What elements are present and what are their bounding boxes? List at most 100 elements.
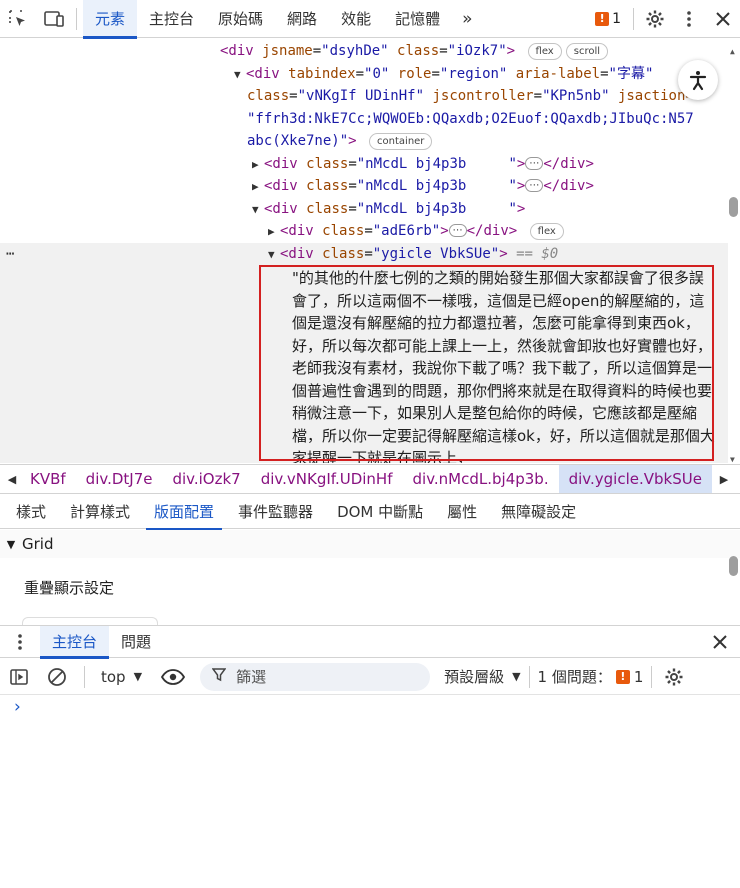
toolbar-divider — [76, 7, 77, 30]
context-selector[interactable]: top ▼ — [93, 668, 150, 686]
toolbar-divider — [651, 665, 653, 688]
settings-card-edge — [22, 617, 158, 625]
dom-node-line-continued[interactable]: class="vNKgIf UDinHf" jscontroller="KPn5… — [247, 85, 694, 108]
context-value: top — [101, 667, 126, 686]
flex-badge[interactable]: flex — [527, 43, 562, 60]
customize-menu-icon[interactable] — [672, 0, 706, 38]
devtools-main-toolbar: 元素 主控台 原始碼 網路 效能 記憶體 » ! 1 — [0, 0, 740, 39]
expand-triangle-icon[interactable]: ▶ — [252, 154, 264, 177]
scrollbar-thumb[interactable] — [729, 556, 738, 576]
log-levels-value: 預設層級 — [444, 668, 505, 686]
close-devtools-icon[interactable] — [706, 0, 740, 38]
tab-computed[interactable]: 計算樣式 — [54, 495, 138, 529]
settings-gear-icon[interactable] — [638, 0, 672, 38]
filter-funnel-icon — [211, 667, 227, 686]
console-settings-gear-icon[interactable] — [660, 659, 688, 695]
tab-memory[interactable]: 記憶體 — [383, 0, 452, 38]
collapse-triangle-icon: ▼ — [6, 537, 16, 551]
live-expression-eye-icon[interactable] — [154, 659, 192, 695]
dom-node-line[interactable]: ▼ <div class="nMcdL bj4p3b "> — [252, 198, 525, 221]
breadcrumb-item[interactable]: div.vNKgIf.UDinHf — [251, 465, 403, 493]
layout-panel-scrollbar[interactable] — [728, 530, 740, 625]
dom-node-line-selected[interactable]: ▼ <div class="ygicle VbkSUe"> == $0 — [268, 243, 558, 266]
current-node-marker: == $0 — [516, 246, 559, 262]
dom-node-line[interactable]: <div jsname="dsyhDe" class="iOzk7"> flex… — [220, 40, 609, 63]
dom-node-line[interactable]: ▶ <div class="adE6rb"> ⋯ </div> flex — [268, 220, 564, 243]
tab-styles[interactable]: 樣式 — [0, 495, 54, 529]
tab-performance[interactable]: 效能 — [329, 0, 383, 38]
collapse-triangle-icon[interactable]: ▼ — [268, 244, 280, 267]
scroll-up-arrow-icon[interactable]: ▲ — [730, 41, 735, 64]
dom-breadcrumb-bar: ◀ KVBf div.DtJ7e div.iOzk7 div.vNKgIf.UD… — [0, 464, 740, 494]
breadcrumb-scroll-right-icon[interactable]: ▶ — [712, 473, 736, 486]
tab-properties[interactable]: 屬性 — [431, 495, 485, 529]
issues-label: 1 個問題： — [537, 668, 612, 686]
log-levels-dropdown[interactable]: 預設層級 ▼ — [444, 666, 520, 687]
tab-elements[interactable]: 元素 — [83, 0, 138, 39]
filter-placeholder: 篩選 — [236, 668, 267, 686]
ellipsis-icon[interactable]: ⋯ — [525, 157, 544, 170]
console-filter-input[interactable]: 篩選 — [200, 662, 431, 691]
tab-event-listeners[interactable]: 事件監聽器 — [222, 495, 321, 529]
breadcrumb-item[interactable]: KVBf — [24, 465, 76, 493]
collapse-triangle-icon[interactable]: ▼ — [252, 199, 264, 222]
drawer-tab-console[interactable]: 主控台 — [40, 625, 110, 659]
expand-triangle-icon[interactable]: ▶ — [252, 176, 264, 199]
issues-badge[interactable]: ! 1 — [595, 11, 629, 27]
expand-triangle-icon[interactable]: ▶ — [268, 221, 280, 244]
more-tabs-button[interactable]: » — [452, 9, 482, 29]
dom-node-line-continued[interactable]: "ffrh3d:NkE7Cc;WQWOEb:QQaxdb;O2Euof:QQax… — [247, 108, 694, 131]
collapse-triangle-icon[interactable]: ▼ — [234, 64, 246, 87]
console-issues-counter[interactable]: 1 個問題： ! 1 — [538, 666, 644, 687]
show-sidebar-icon[interactable] — [0, 659, 38, 695]
ellipsis-icon[interactable]: ⋯ — [448, 224, 467, 237]
node-actions-ellipsis-icon[interactable]: ⋯ — [6, 243, 15, 266]
dom-node-line[interactable]: ▶ <div class="nMcdL bj4p3b "> ⋯ </div> — [252, 153, 594, 176]
container-badge[interactable]: container — [369, 133, 433, 150]
grid-section-title: Grid — [22, 535, 54, 553]
console-prompt-chevron-icon[interactable]: › — [14, 697, 21, 717]
tree-vertical-scrollbar[interactable]: ▲ ▼ — [728, 39, 740, 463]
overlay-display-settings-heading: 重疊顯示設定 — [24, 579, 115, 597]
dom-node-line[interactable]: ▼ <div tabindex="0" role="region" aria-la… — [234, 63, 653, 86]
issues-count: 1 — [612, 10, 621, 27]
dom-node-line[interactable]: ▶ <div class="nMcdL bj4p3b "> ⋯ </div> — [252, 175, 594, 198]
flex-badge[interactable]: flex — [529, 223, 564, 240]
issue-flag-icon: ! — [595, 11, 610, 26]
breadcrumb-item[interactable]: div.DtJ7e — [76, 465, 163, 493]
drawer-tab-issues[interactable]: 問題 — [109, 626, 163, 658]
issue-flag-icon: ! — [615, 669, 630, 684]
device-toolbar-icon[interactable] — [36, 0, 72, 38]
drawer-tab-bar: 主控台 問題 — [0, 625, 740, 659]
inspect-element-icon[interactable] — [0, 0, 36, 38]
dropdown-arrow-icon: ▼ — [133, 670, 143, 683]
drawer-menu-icon[interactable] — [0, 633, 40, 651]
issues-count: 1 — [633, 667, 644, 686]
toolbar-divider — [84, 665, 85, 688]
toolbar-divider — [528, 665, 530, 688]
accessibility-tree-toggle-icon[interactable] — [678, 60, 718, 100]
dom-node-line-continued[interactable]: abc(Xke7ne)"> container — [247, 130, 433, 153]
scroll-badge[interactable]: scroll — [565, 43, 609, 60]
grid-section-header[interactable]: ▼ Grid — [0, 530, 740, 558]
breadcrumb-scroll-left-icon[interactable]: ◀ — [0, 473, 24, 486]
clear-console-icon[interactable] — [38, 659, 76, 695]
ellipsis-icon[interactable]: ⋯ — [525, 179, 544, 192]
scroll-down-arrow-icon[interactable]: ▼ — [730, 449, 735, 463]
tab-dom-breakpoints[interactable]: DOM 中斷點 — [321, 495, 431, 529]
elements-dom-tree[interactable]: <div jsname="dsyhDe" class="iOzk7"> flex… — [0, 39, 740, 463]
caption-text-node[interactable]: "的其他的什麼七例的之類的開始發生那個大家都誤會了很多誤會了，所以這兩個不一樣哦… — [292, 267, 718, 463]
toolbar-divider — [633, 7, 634, 30]
tab-network[interactable]: 網路 — [275, 0, 329, 38]
scrollbar-thumb[interactable] — [729, 197, 738, 217]
close-drawer-icon[interactable] — [700, 634, 740, 650]
dropdown-arrow-icon: ▼ — [512, 670, 521, 683]
tab-console[interactable]: 主控台 — [137, 0, 206, 38]
tab-accessibility[interactable]: 無障礙設定 — [485, 495, 584, 529]
breadcrumb-item[interactable]: div.nMcdL.bj4p3b. — [403, 465, 559, 493]
tab-layout[interactable]: 版面配置 — [138, 495, 223, 530]
breadcrumb-item-current[interactable]: div.ygicle.VbkSUe — [558, 465, 712, 493]
tab-sources[interactable]: 原始碼 — [206, 0, 275, 38]
breadcrumb-item[interactable]: div.iOzk7 — [162, 465, 250, 493]
element-sidebar-tabs: 樣式 計算樣式 版面配置 事件監聽器 DOM 中斷點 屬性 無障礙設定 — [0, 495, 740, 530]
